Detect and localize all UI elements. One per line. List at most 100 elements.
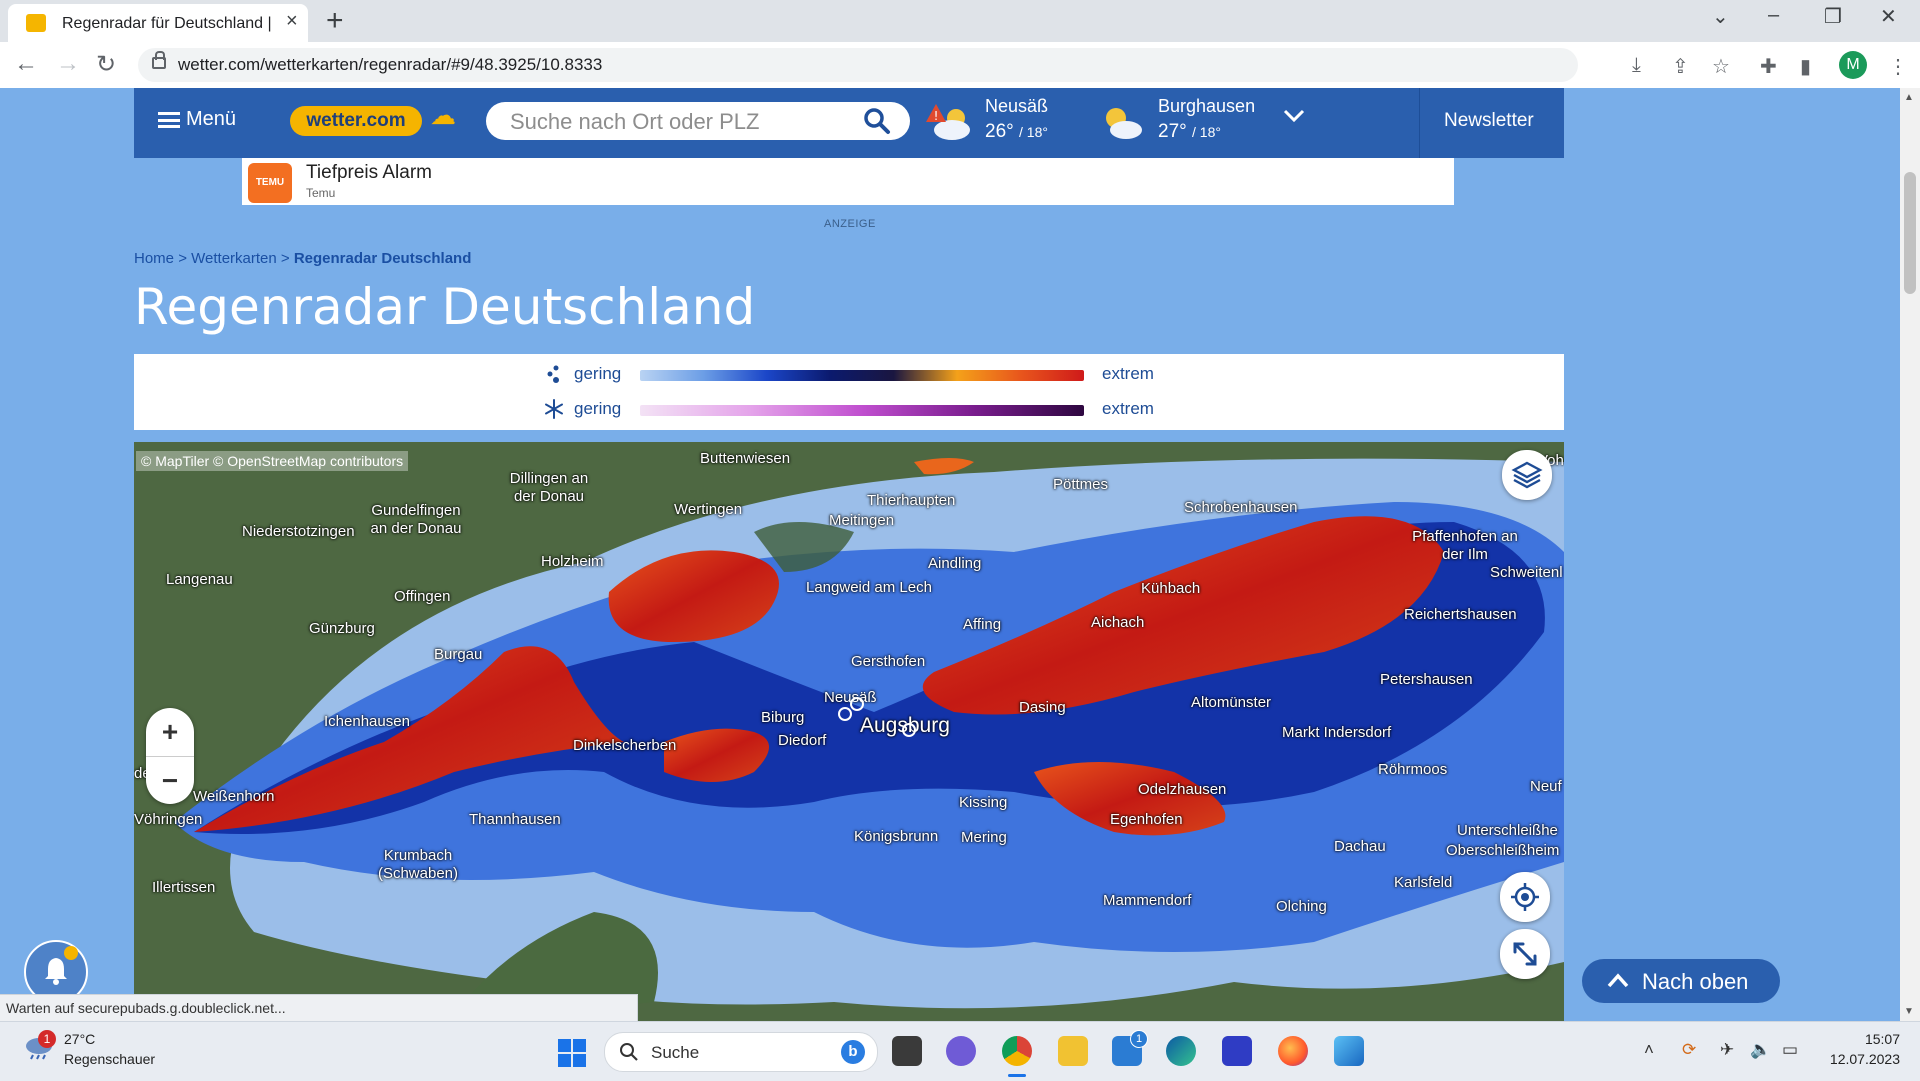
city-label: Neuf xyxy=(1530,778,1562,795)
battery-icon[interactable]: ▭ xyxy=(1782,1040,1798,1060)
chrome-icon[interactable] xyxy=(1002,1036,1032,1066)
rain-legend-low: gering xyxy=(574,364,622,383)
bing-icon[interactable]: b xyxy=(841,1040,865,1064)
hamburger-icon xyxy=(158,111,180,128)
wetter-favicon-icon xyxy=(26,14,46,32)
city-label: Weißenhorn xyxy=(193,788,275,805)
weather-alert-badge: 1 xyxy=(38,1030,56,1048)
search-input[interactable] xyxy=(508,108,852,136)
clock-time[interactable]: 15:07 xyxy=(1820,1031,1900,1047)
zoom-in-button[interactable]: + xyxy=(146,708,194,756)
breadcrumb-current: Regenradar Deutschland xyxy=(293,250,472,267)
fullscreen-button[interactable] xyxy=(1500,929,1550,979)
city-label: Königsbrunn xyxy=(854,828,939,845)
windows-start-icon[interactable] xyxy=(558,1039,586,1067)
tab-search-chevron-icon[interactable]: ⌄ xyxy=(1712,4,1729,29)
scroll-down-icon[interactable]: ▼ xyxy=(1904,1006,1914,1017)
browser-menu-icon[interactable]: ⋮ xyxy=(1888,54,1908,79)
city-label: Krumbach (Schwaben) xyxy=(377,847,459,882)
back-icon[interactable]: ← xyxy=(14,50,38,78)
reload-icon[interactable]: ↻ xyxy=(96,50,116,79)
ad-banner[interactable]: TEMU Tiefpreis Alarm Temu xyxy=(242,158,1454,205)
browser-status-bar: Warten auf securepubads.g.doubleclick.ne… xyxy=(0,994,638,1021)
city-label: Petershausen xyxy=(1380,671,1473,688)
menu-button[interactable]: Menü xyxy=(158,108,236,131)
share-icon[interactable]: ⇪ xyxy=(1672,54,1689,79)
tab-close-icon[interactable]: × xyxy=(286,10,298,33)
teams-chat-icon[interactable] xyxy=(946,1036,976,1066)
bookmark-star-icon[interactable]: ☆ xyxy=(1712,54,1730,79)
layers-button[interactable] xyxy=(1502,450,1552,500)
window-close-icon[interactable]: ✕ xyxy=(1880,4,1897,29)
photos-icon[interactable] xyxy=(1334,1036,1364,1066)
network-icon[interactable]: ✈ xyxy=(1720,1040,1734,1060)
chevron-down-icon[interactable] xyxy=(1282,108,1306,124)
task-view-icon[interactable] xyxy=(892,1036,922,1066)
city-label: Offingen xyxy=(394,588,451,605)
install-icon[interactable]: ⤓ xyxy=(1632,54,1641,77)
rain-legend-high: extrem xyxy=(1102,364,1154,383)
city-label: Dachau xyxy=(1334,838,1386,855)
location-search xyxy=(486,102,910,140)
radar-map[interactable]: © MapTiler © OpenStreetMap contributors … xyxy=(134,442,1564,1021)
windows-taskbar: 1 27°C Regenschauer Suche b 1 ˄ ⟳ ✈ 🔈 ▭ … xyxy=(0,1021,1920,1081)
weather-condition: Regenschauer xyxy=(64,1051,156,1067)
newsletter-link[interactable]: Newsletter xyxy=(1444,110,1534,132)
sync-icon[interactable]: ⟳ xyxy=(1682,1040,1696,1060)
address-bar: ← → ↻ wetter.com/wetterkarten/regenradar… xyxy=(0,42,1920,89)
clock-date[interactable]: 12.07.2023 xyxy=(1800,1051,1900,1067)
restore-icon[interactable]: ❐ xyxy=(1824,4,1842,29)
forward-icon[interactable]: → xyxy=(56,50,80,78)
storm-warning-weather-icon: ! xyxy=(926,104,970,140)
new-tab-icon[interactable]: + xyxy=(326,4,344,38)
extensions-icon[interactable]: ✚ xyxy=(1760,54,1777,79)
tray-chevron-up-icon[interactable]: ˄ xyxy=(1644,1040,1654,1060)
side-panel-icon[interactable]: ▮ xyxy=(1800,54,1811,79)
edge-icon[interactable] xyxy=(1166,1036,1196,1066)
city-label: Dinkelscherben xyxy=(573,737,677,754)
volume-icon[interactable]: 🔈 xyxy=(1750,1040,1771,1060)
profile-avatar[interactable]: M xyxy=(1839,51,1867,79)
partly-cloudy-icon xyxy=(1106,108,1142,139)
chevron-up-icon xyxy=(1607,973,1629,988)
location-marker-icon[interactable] xyxy=(838,707,852,721)
divider xyxy=(1419,88,1420,158)
city-label: Markt Indersdorf xyxy=(1282,724,1392,741)
file-explorer-icon[interactable] xyxy=(1058,1036,1088,1066)
scrollbar-thumb[interactable] xyxy=(1904,172,1916,294)
city-label: Dillingen an der Donau xyxy=(509,470,589,505)
map-attribution[interactable]: © MapTiler © OpenStreetMap contributors xyxy=(136,451,409,471)
lock-icon[interactable] xyxy=(152,51,166,69)
minimize-icon[interactable]: – xyxy=(1768,4,1779,27)
city-label: Thierhaupten xyxy=(867,492,956,509)
breadcrumb-home[interactable]: Home xyxy=(134,250,174,267)
city-label: Burgau xyxy=(434,646,483,663)
city-label: Altomünster xyxy=(1191,694,1272,711)
site-logo[interactable]: wetter.com xyxy=(290,106,422,136)
store-badge: 1 xyxy=(1130,1030,1148,1048)
location-marker-icon[interactable] xyxy=(850,697,864,711)
taskbar-search[interactable]: Suche b xyxy=(604,1032,878,1072)
firefox-icon[interactable] xyxy=(1278,1036,1308,1066)
city-label: Langenau xyxy=(166,571,233,588)
city-label: Holzheim xyxy=(541,553,604,570)
breadcrumb-wetterkarten[interactable]: Wetterkarten xyxy=(191,250,277,267)
app-icon[interactable] xyxy=(1222,1036,1252,1066)
browser-tab[interactable]: Regenradar für Deutschland | wetter.com … xyxy=(8,4,308,42)
location-temperature: 26° / 18° xyxy=(985,121,1048,142)
scroll-up-icon[interactable]: ▲ xyxy=(1904,92,1914,103)
snow-legend-high: extrem xyxy=(1102,399,1154,418)
url-text[interactable]: wetter.com/wetterkarten/regenradar/#9/48… xyxy=(178,55,602,75)
zoom-out-button[interactable]: − xyxy=(146,756,194,805)
city-label: Pfaffenhofen an der Ilm xyxy=(1412,528,1518,563)
locate-me-button[interactable] xyxy=(1500,872,1550,922)
city-label: Schweitenl xyxy=(1490,564,1563,581)
rain-icon xyxy=(547,365,559,383)
omnibox[interactable]: wetter.com/wetterkarten/regenradar/#9/48… xyxy=(138,48,1578,82)
scroll-to-top-button[interactable]: Nach oben xyxy=(1582,959,1780,1003)
city-label: Aindling xyxy=(928,555,982,572)
snow-gradient-bar xyxy=(640,405,1084,416)
search-icon[interactable] xyxy=(862,106,892,136)
location-marker-icon[interactable] xyxy=(902,723,916,737)
city-label: Affing xyxy=(963,616,1002,633)
